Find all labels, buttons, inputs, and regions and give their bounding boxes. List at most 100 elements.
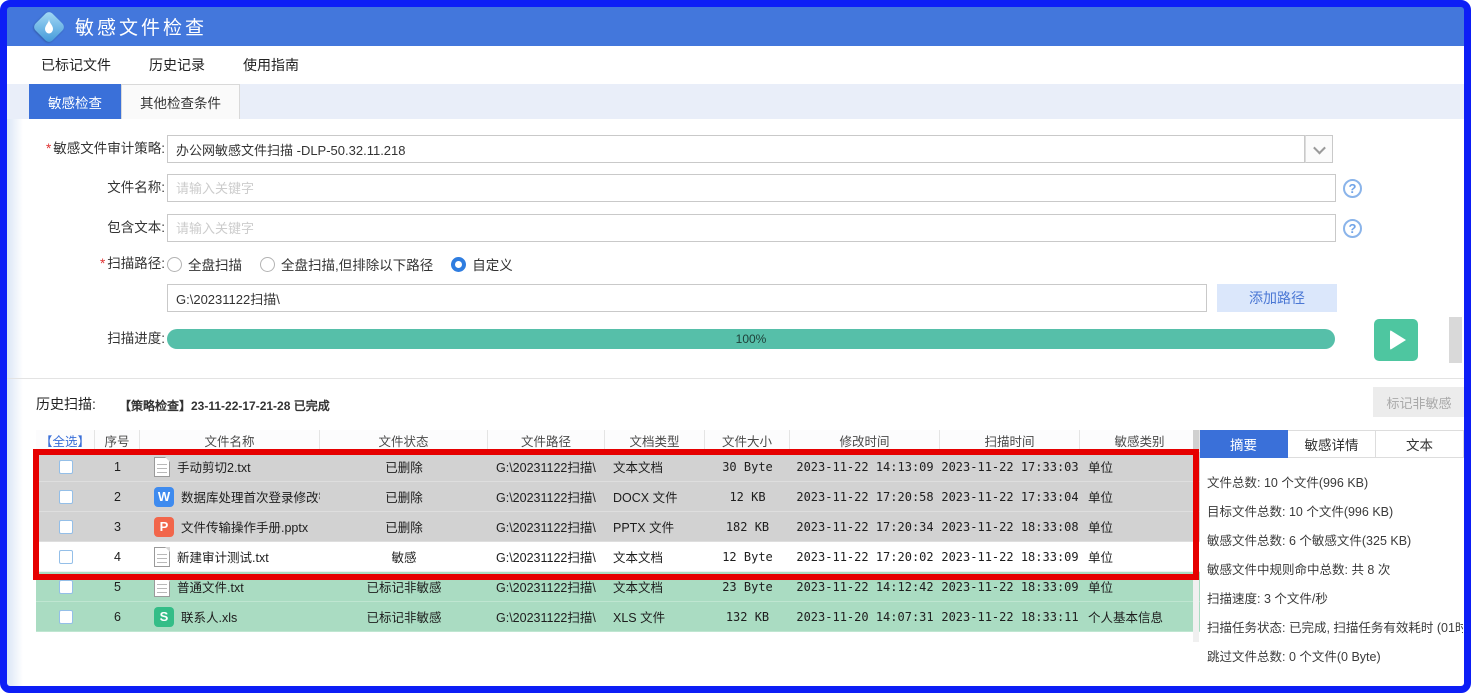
file-size-cell: 182 KB	[705, 512, 790, 541]
word-docx-icon: W	[154, 487, 174, 507]
sensitive-category-cell: 单位	[1080, 572, 1200, 601]
left-gutter	[7, 119, 23, 686]
file-path-cell: G:\20231122扫描\	[488, 602, 605, 631]
scrollbar-thumb[interactable]	[1449, 317, 1462, 363]
file-name-cell[interactable]: 新建审计测试.txt	[140, 542, 320, 571]
powerpoint-pptx-icon: P	[154, 517, 174, 537]
scan-path-option-1[interactable]: 全盘扫描	[167, 254, 242, 274]
detail-panel-tabs: 摘要敏感详情文本	[1200, 430, 1464, 458]
file-name-cell[interactable]: W数据库处理首次登录修改密码	[140, 482, 320, 511]
radio-option-label: 全盘扫描	[188, 254, 242, 274]
scan-path-radio-group: 全盘扫描全盘扫描,但排除以下路径 自定义	[167, 253, 513, 275]
sensitive-category-cell: 单位	[1080, 452, 1200, 481]
modified-time-cell: 2023-11-22 17:20:58	[790, 482, 940, 511]
file-status-cell: 已删除	[320, 482, 488, 511]
summary-line-7: 跳过文件总数: 0 个文件(0 Byte)	[1207, 643, 1463, 672]
file-name-cell[interactable]: 普通文件.txt	[140, 572, 320, 601]
table-scrollbar-thumb[interactable]	[1193, 430, 1199, 494]
panel-tab-1[interactable]: 摘要	[1200, 430, 1288, 458]
summary-line-4: 敏感文件中规则命中总数: 共 8 次	[1207, 556, 1463, 585]
modified-time-cell: 2023-11-22 14:13:09	[790, 452, 940, 481]
column-header-4: 文件状态	[320, 430, 488, 451]
contains-text-input[interactable]	[167, 214, 1336, 242]
file-name-help-icon[interactable]: ?	[1343, 179, 1362, 198]
panel-tab-2[interactable]: 敏感详情	[1288, 430, 1376, 458]
menu-item-3[interactable]: 使用指南	[243, 55, 299, 75]
row-checkbox[interactable]	[59, 460, 73, 474]
row-checkbox[interactable]	[59, 520, 73, 534]
file-name-cell[interactable]: S联系人.xls	[140, 602, 320, 631]
file-size-cell: 12 KB	[705, 482, 790, 511]
file-path-cell: G:\20231122扫描\	[488, 482, 605, 511]
file-size-cell: 23 Byte	[705, 572, 790, 601]
radio-option-label: 自定义	[472, 254, 513, 274]
panel-tab-3[interactable]: 文本	[1376, 430, 1464, 458]
doc-type-cell: 文本文档	[605, 542, 705, 571]
progress-percent: 100%	[736, 332, 767, 346]
file-path-cell: G:\20231122扫描\	[488, 452, 605, 481]
contains-text-help-icon[interactable]: ?	[1343, 219, 1362, 238]
seq-cell: 6	[95, 602, 140, 631]
file-status-cell: 敏感	[320, 542, 488, 571]
tab-strip: 敏感检查 其他检查条件	[7, 84, 1464, 119]
file-status-cell: 已删除	[320, 512, 488, 541]
table-row: 6S联系人.xls已标记非敏感G:\20231122扫描\XLS 文件132 K…	[36, 602, 1200, 632]
file-name-text: 文件传输操作手册.pptx	[181, 517, 308, 536]
scan-path-option-3[interactable]: 自定义	[451, 254, 513, 274]
required-mark: *	[100, 256, 105, 271]
column-header-3: 文件名称	[140, 430, 320, 451]
history-scan-entry[interactable]: 【策略检查】23-11-22-17-21-28 已完成	[119, 397, 330, 414]
add-path-button[interactable]: 添加路径	[1217, 284, 1337, 312]
flame-glyph	[39, 17, 59, 37]
file-name-cell[interactable]: 手动剪切2.txt	[140, 452, 320, 481]
radio-unselected-icon	[260, 257, 275, 272]
doc-type-cell: DOCX 文件	[605, 482, 705, 511]
file-status-cell: 已标记非敏感	[320, 572, 488, 601]
checkbox-cell	[36, 572, 95, 601]
modified-time-cell: 2023-11-22 17:20:02	[790, 542, 940, 571]
scan-time-cell: 2023-11-22 17:33:03	[940, 452, 1080, 481]
custom-path-input[interactable]	[167, 284, 1207, 312]
scan-path-label: *扫描路径:	[17, 250, 165, 278]
row-checkbox[interactable]	[59, 610, 73, 624]
file-name-cell[interactable]: P 文件传输操作手册.pptx	[140, 512, 320, 541]
sensitive-category-cell: 单位	[1080, 482, 1200, 511]
scan-time-cell: 2023-11-22 18:33:09	[940, 572, 1080, 601]
tab-sensitive-check[interactable]: 敏感检查	[29, 84, 121, 119]
column-header-7: 文件大小	[705, 430, 790, 451]
summary-line-6: 扫描任务状态: 已完成, 扫描任务有效耗时 (01时	[1207, 614, 1463, 643]
file-size-cell: 12 Byte	[705, 542, 790, 571]
scan-path-option-2[interactable]: 全盘扫描,但排除以下路径	[260, 254, 433, 274]
menu-item-2[interactable]: 历史记录	[149, 55, 205, 75]
doc-type-cell: PPTX 文件	[605, 512, 705, 541]
summary-line-5: 扫描速度: 3 个文件/秒	[1207, 585, 1463, 614]
modified-time-cell: 2023-11-22 14:12:42	[790, 572, 940, 601]
tab-other-conditions[interactable]: 其他检查条件	[121, 84, 240, 119]
file-name-text: 新建审计测试.txt	[177, 547, 269, 566]
mark-not-sensitive-button[interactable]: 标记非敏感	[1373, 387, 1464, 417]
file-path-cell: G:\20231122扫描\	[488, 572, 605, 601]
menu-item-1[interactable]: 已标记文件	[41, 55, 111, 75]
start-scan-button[interactable]	[1374, 319, 1418, 361]
file-status-cell: 已标记非敏感	[320, 602, 488, 631]
row-checkbox[interactable]	[59, 490, 73, 504]
app-logo-icon	[32, 10, 66, 44]
file-status-cell: 已删除	[320, 452, 488, 481]
file-name-text: 手动剪切2.txt	[177, 457, 251, 476]
policy-dropdown-button[interactable]	[1305, 135, 1333, 163]
select-all-header[interactable]: 【全选】	[36, 430, 95, 451]
scan-time-cell: 2023-11-22 18:33:08	[940, 512, 1080, 541]
table-header-row: 【全选】序号文件名称文件状态文件路径文档类型文件大小修改时间扫描时间敏感类别	[36, 430, 1200, 452]
modified-time-cell: 2023-11-20 14:07:31	[790, 602, 940, 631]
file-name-input[interactable]	[167, 174, 1336, 202]
column-header-2: 序号	[95, 430, 140, 451]
seq-cell: 5	[95, 572, 140, 601]
table-row: 2W数据库处理首次登录修改密码已删除G:\20231122扫描\DOCX 文件1…	[36, 482, 1200, 512]
sensitive-category-cell: 个人基本信息	[1080, 602, 1200, 631]
app-window: 敏感文件检查 已标记文件历史记录使用指南 敏感检查 其他检查条件 *敏感文件审计…	[7, 7, 1464, 686]
row-checkbox[interactable]	[59, 580, 73, 594]
policy-input[interactable]	[167, 135, 1305, 163]
text-document-icon	[154, 547, 170, 567]
section-divider	[7, 378, 1464, 379]
row-checkbox[interactable]	[59, 550, 73, 564]
